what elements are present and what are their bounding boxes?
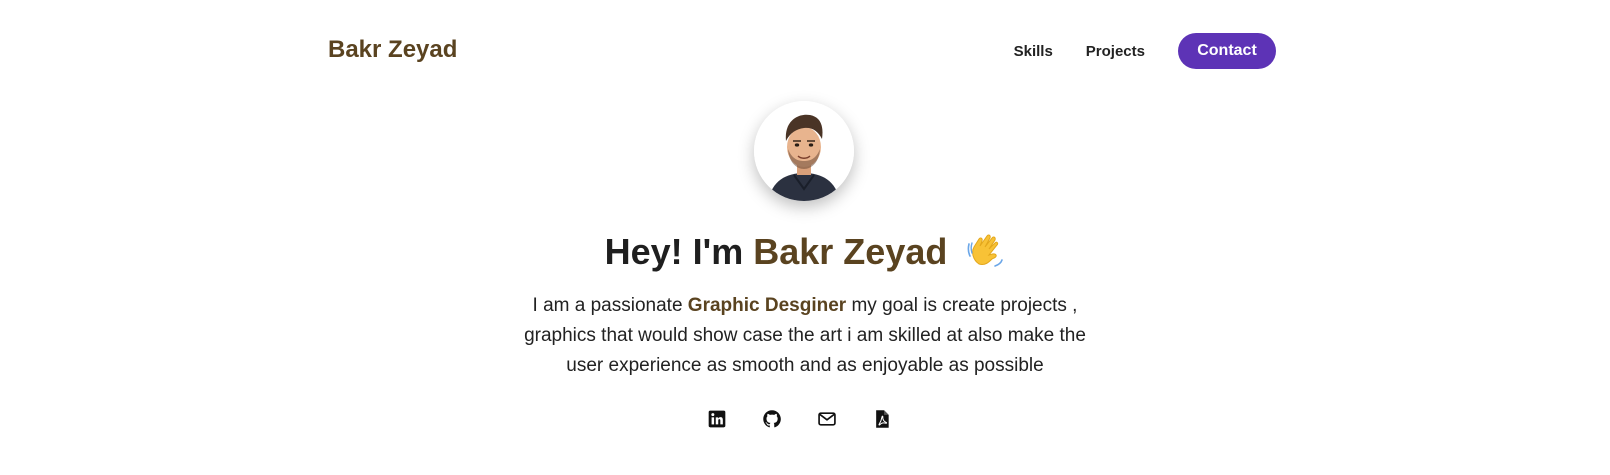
- avatar-illustration-icon: [754, 101, 854, 201]
- github-icon: [763, 410, 781, 428]
- linkedin-link[interactable]: [705, 407, 729, 431]
- linkedin-icon: [708, 410, 726, 428]
- hero-bio: I am a passionate Graphic Desginer my go…: [505, 291, 1105, 381]
- social-links: [705, 407, 894, 431]
- nav-link-projects[interactable]: Projects: [1086, 43, 1145, 60]
- resume-pdf-link[interactable]: [870, 407, 894, 431]
- nav-links: Skills Projects Contact: [1014, 33, 1276, 69]
- bio-text-start: I am a passionate: [532, 295, 683, 316]
- brand-logo[interactable]: Bakr Zeyad: [328, 36, 457, 64]
- github-link[interactable]: [760, 407, 784, 431]
- hero-name: Bakr Zeyad: [753, 231, 948, 272]
- email-icon: [818, 412, 836, 426]
- email-link[interactable]: [815, 407, 839, 431]
- bio-role: Graphic Desginer: [687, 295, 847, 316]
- avatar: [754, 101, 854, 201]
- contact-button[interactable]: Contact: [1178, 33, 1276, 69]
- nav-link-skills[interactable]: Skills: [1014, 43, 1053, 60]
- waving-hand-icon: [967, 234, 1004, 267]
- hero-headline: Hey! I'm Bakr Zeyad: [0, 228, 1610, 276]
- navbar: Bakr Zeyad Skills Projects Contact: [328, 30, 1276, 72]
- greeting-text: Hey! I'm: [604, 231, 744, 272]
- pdf-resume-icon: [876, 410, 889, 428]
